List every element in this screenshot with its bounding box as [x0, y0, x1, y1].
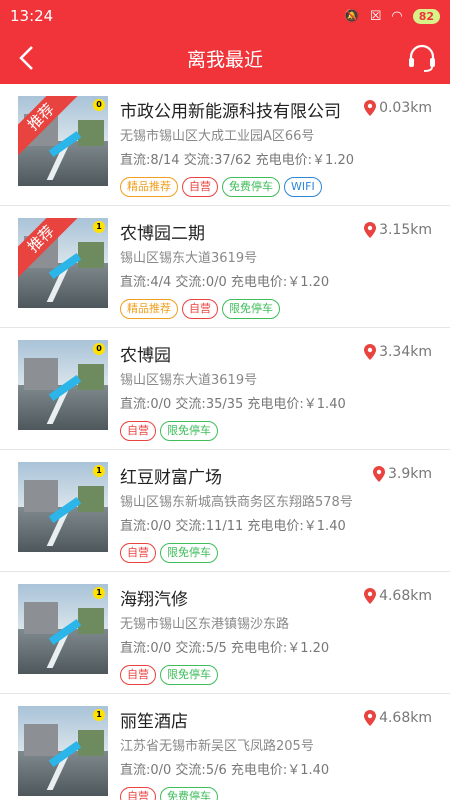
station-item[interactable]: 1 推荐 农博园二期 锡山区锡东大道3619号 直流:4/4 交流:0/0 充电… — [0, 206, 450, 328]
status-icons: 🔕 ☒ ◠ 82 — [343, 8, 440, 24]
station-item[interactable]: 0 推荐 市政公用新能源科技有限公司 无锡市锡山区大成工业园A区66号 直流:8… — [0, 84, 450, 206]
distance-value: 3.34km — [379, 344, 432, 360]
distance: 4.68km — [364, 588, 432, 604]
station-photo: 1 推荐 — [18, 218, 108, 308]
photo-count-badge: 1 — [93, 221, 105, 233]
photo-count-badge: 0 — [93, 99, 105, 111]
photo-count-badge: 1 — [93, 465, 105, 477]
station-address: 锡山区锡东大道3619号 — [120, 373, 258, 388]
tag-free: 免费停车 — [222, 177, 280, 197]
station-address: 锡山区锡东新城高铁商务区东翔路578号 — [120, 495, 353, 510]
station-item[interactable]: 1 海翔汽修 无锡市锡山区东港镇锡沙东路 直流:0/0 交流:5/5 充电电价:… — [0, 572, 450, 694]
tag-free: 限免停车 — [222, 299, 280, 319]
station-list: 0 推荐 市政公用新能源科技有限公司 无锡市锡山区大成工业园A区66号 直流:8… — [0, 84, 450, 800]
tag-zy: 自营 — [120, 787, 156, 800]
location-pin-icon — [364, 100, 377, 116]
back-arrow-icon[interactable] — [16, 44, 40, 72]
headset-icon[interactable] — [406, 42, 438, 74]
tag-zy: 自营 — [120, 421, 156, 441]
station-photo: 0 — [18, 340, 108, 430]
page-title: 离我最近 — [186, 48, 263, 71]
location-pin-icon — [364, 710, 377, 726]
tag-wifi: WIFI — [284, 177, 322, 197]
sim-icon: ☒ — [369, 8, 382, 24]
location-pin-icon — [364, 222, 377, 238]
tag-free: 免费停车 — [160, 787, 218, 800]
tag-free: 限免停车 — [160, 665, 218, 685]
station-tags: 自营 限免停车 — [120, 665, 432, 685]
distance: 3.9km — [372, 466, 432, 482]
app-header: 离我最近 — [0, 32, 450, 84]
station-address: 江苏省无锡市新吴区飞凤路205号 — [120, 739, 314, 754]
distance-value: 4.68km — [379, 710, 432, 726]
tag-zy: 自营 — [120, 665, 156, 685]
wifi-icon: ◠ — [391, 8, 403, 24]
distance: 0.03km — [364, 100, 432, 116]
tag-zy: 自营 — [182, 177, 218, 197]
distance: 3.34km — [364, 344, 432, 360]
station-photo: 0 推荐 — [18, 96, 108, 186]
photo-count-badge: 1 — [93, 709, 105, 721]
station-address: 无锡市锡山区东港镇锡沙东路 — [120, 617, 290, 632]
station-stats: 直流:0/0 交流:11/11 充电电价:￥1.40 — [120, 519, 346, 534]
tag-free: 限免停车 — [160, 543, 218, 563]
station-stats: 直流:0/0 交流:5/6 充电电价:￥1.40 — [120, 763, 330, 778]
tag-zy: 自营 — [120, 543, 156, 563]
station-photo: 1 — [18, 584, 108, 674]
station-address: 锡山区锡东大道3619号 — [120, 251, 258, 266]
tag-jp: 精品推荐 — [120, 177, 178, 197]
station-tags: 精品推荐 自营 免费停车 WIFI — [120, 177, 432, 197]
station-photo: 1 — [18, 706, 108, 796]
tag-free: 限免停车 — [160, 421, 218, 441]
mute-icon: 🔕 — [343, 8, 360, 24]
station-item[interactable]: 1 红豆财富广场 锡山区锡东新城高铁商务区东翔路578号 直流:0/0 交流:1… — [0, 450, 450, 572]
location-pin-icon — [364, 588, 377, 604]
distance-value: 3.9km — [387, 466, 432, 482]
station-stats: 直流:0/0 交流:5/5 充电电价:￥1.20 — [120, 641, 330, 656]
station-photo: 1 — [18, 462, 108, 552]
status-time: 13:24 — [10, 7, 54, 25]
station-stats: 直流:4/4 交流:0/0 充电电价:￥1.20 — [120, 275, 330, 290]
distance-value: 0.03km — [379, 100, 432, 116]
tag-zy: 自营 — [182, 299, 218, 319]
station-tags: 自营 免费停车 — [120, 787, 432, 800]
distance: 4.68km — [364, 710, 432, 726]
station-tags: 自营 限免停车 — [120, 543, 432, 563]
status-bar: 13:24 🔕 ☒ ◠ 82 — [0, 0, 450, 32]
photo-count-badge: 0 — [93, 343, 105, 355]
distance: 3.15km — [364, 222, 432, 238]
station-tags: 精品推荐 自营 限免停车 — [120, 299, 432, 319]
station-tags: 自营 限免停车 — [120, 421, 432, 441]
station-stats: 直流:0/0 交流:35/35 充电电价:￥1.40 — [120, 397, 346, 412]
battery-indicator: 82 — [412, 8, 440, 24]
tag-jp: 精品推荐 — [120, 299, 178, 319]
distance-value: 3.15km — [379, 222, 432, 238]
station-stats: 直流:8/14 交流:37/62 充电电价:￥1.20 — [120, 153, 355, 168]
distance-value: 4.68km — [379, 588, 432, 604]
station-item[interactable]: 0 农博园 锡山区锡东大道3619号 直流:0/0 交流:35/35 充电电价:… — [0, 328, 450, 450]
photo-count-badge: 1 — [93, 587, 105, 599]
station-item[interactable]: 1 丽笙酒店 江苏省无锡市新吴区飞凤路205号 直流:0/0 交流:5/6 充电… — [0, 694, 450, 800]
station-address: 无锡市锡山区大成工业园A区66号 — [120, 129, 315, 144]
location-pin-icon — [364, 344, 377, 360]
location-pin-icon — [372, 466, 385, 482]
